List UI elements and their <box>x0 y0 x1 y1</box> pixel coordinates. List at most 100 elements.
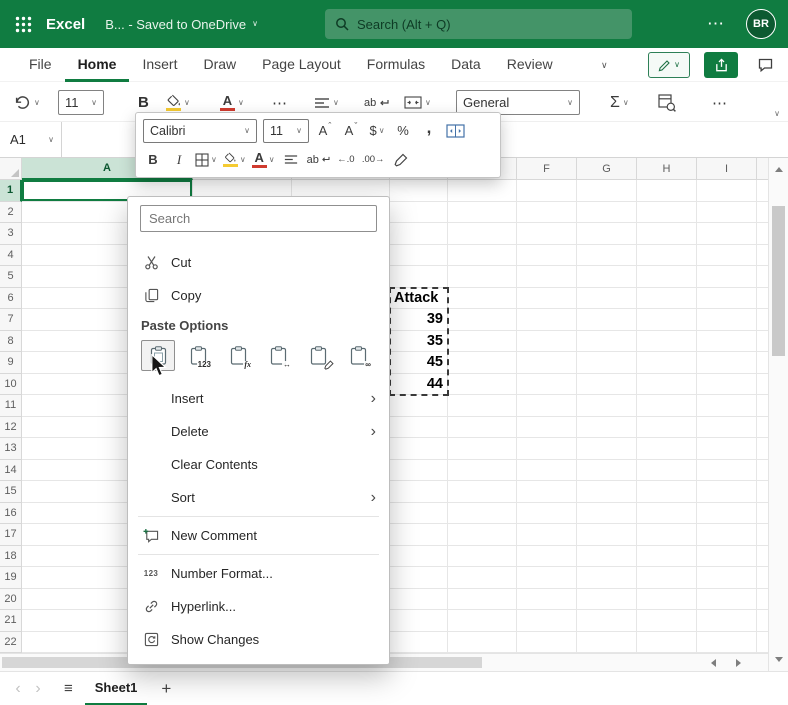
decrease-decimal-button[interactable]: ←.0 <box>336 148 356 172</box>
cell-I20[interactable] <box>697 589 757 611</box>
cell-G11[interactable] <box>577 395 637 417</box>
cell-E14[interactable] <box>448 460 517 482</box>
cell-D6[interactable]: Attack <box>390 288 448 310</box>
cell-I19[interactable] <box>697 567 757 589</box>
cell-E8[interactable] <box>448 331 517 353</box>
cell-E19[interactable] <box>448 567 517 589</box>
row-header-19[interactable]: 19 <box>0 567 22 589</box>
cell-J5[interactable] <box>757 266 768 288</box>
column-header-I[interactable]: I <box>697 158 757 180</box>
row-header-10[interactable]: 10 <box>0 374 22 396</box>
cell-G4[interactable] <box>577 245 637 267</box>
mini-wrap-text-button[interactable]: ab <box>307 148 330 172</box>
cell-F4[interactable] <box>517 245 577 267</box>
cell-H21[interactable] <box>637 610 697 632</box>
cell-J7[interactable] <box>757 309 768 331</box>
context-menu-item-delete[interactable]: Delete › <box>128 415 389 448</box>
row-header-6[interactable]: 6 <box>0 288 22 310</box>
document-title-button[interactable]: B... - Saved to OneDrive ∨ <box>105 17 258 32</box>
row-header-21[interactable]: 21 <box>0 610 22 632</box>
cell-D1[interactable] <box>390 180 448 202</box>
ribbon-tab-review[interactable]: Review <box>494 48 566 82</box>
scroll-left-button[interactable] <box>702 654 724 671</box>
ribbon-tab-draw[interactable]: Draw <box>190 48 249 82</box>
cell-E4[interactable] <box>448 245 517 267</box>
cell-G13[interactable] <box>577 438 637 460</box>
cell-I14[interactable] <box>697 460 757 482</box>
cell-H14[interactable] <box>637 460 697 482</box>
cell-J3[interactable] <box>757 223 768 245</box>
next-sheet-button[interactable]: › <box>28 680 48 698</box>
cell-D14[interactable] <box>390 460 448 482</box>
cell-J13[interactable] <box>757 438 768 460</box>
cell-J21[interactable] <box>757 610 768 632</box>
cell-F15[interactable] <box>517 481 577 503</box>
cell-G21[interactable] <box>577 610 637 632</box>
ribbon-tab-formulas[interactable]: Formulas <box>354 48 438 82</box>
context-menu-item-show-changes[interactable]: Show Changes <box>128 623 389 656</box>
cell-F8[interactable] <box>517 331 577 353</box>
cell-D15[interactable] <box>390 481 448 503</box>
column-header-G[interactable]: G <box>577 158 637 180</box>
cell-F9[interactable] <box>517 352 577 374</box>
cell-E6[interactable] <box>448 288 517 310</box>
cell-F1[interactable] <box>517 180 577 202</box>
cell-D11[interactable] <box>390 395 448 417</box>
format-painter-button[interactable] <box>391 148 411 172</box>
cell-I4[interactable] <box>697 245 757 267</box>
cell-E7[interactable] <box>448 309 517 331</box>
context-menu-item-hyperlink[interactable]: Hyperlink... <box>128 590 389 623</box>
grow-font-button[interactable]: Aˆ <box>315 119 335 143</box>
mini-font-name-select[interactable]: Calibri ∨ <box>143 119 257 143</box>
topbar-more-button[interactable]: ⋯ <box>707 0 724 48</box>
cell-G8[interactable] <box>577 331 637 353</box>
cell-G7[interactable] <box>577 309 637 331</box>
cell-J19[interactable] <box>757 567 768 589</box>
row-header-3[interactable]: 3 <box>0 223 22 245</box>
cell-E16[interactable] <box>448 503 517 525</box>
cell-D4[interactable] <box>390 245 448 267</box>
cell-H3[interactable] <box>637 223 697 245</box>
cell-G18[interactable] <box>577 546 637 568</box>
cell-J22[interactable] <box>757 632 768 654</box>
row-header-5[interactable]: 5 <box>0 266 22 288</box>
ribbon-tab-home[interactable]: Home <box>65 48 130 82</box>
cell-F22[interactable] <box>517 632 577 654</box>
accounting-format-button[interactable]: $ ∨ <box>367 119 387 143</box>
ribbon-tab-data[interactable]: Data <box>438 48 494 82</box>
cell-G15[interactable] <box>577 481 637 503</box>
row-header-20[interactable]: 20 <box>0 589 22 611</box>
cell-D3[interactable] <box>390 223 448 245</box>
find-button[interactable] <box>658 90 676 115</box>
context-menu-item-insert[interactable]: Insert › <box>128 382 389 415</box>
cell-F14[interactable] <box>517 460 577 482</box>
cell-J6[interactable] <box>757 288 768 310</box>
cell-E3[interactable] <box>448 223 517 245</box>
context-menu-item-clear-contents[interactable]: Clear Contents <box>128 448 389 481</box>
context-menu-item-number-format[interactable]: 123 Number Format... <box>128 557 389 590</box>
cell-I11[interactable] <box>697 395 757 417</box>
cell-G16[interactable] <box>577 503 637 525</box>
scroll-right-button[interactable] <box>728 654 750 671</box>
cell-J8[interactable] <box>757 331 768 353</box>
cell-J14[interactable] <box>757 460 768 482</box>
cell-H22[interactable] <box>637 632 697 654</box>
name-box[interactable]: A1 ∨ <box>0 122 62 157</box>
cell-I9[interactable] <box>697 352 757 374</box>
cell-H5[interactable] <box>637 266 697 288</box>
cell-H18[interactable] <box>637 546 697 568</box>
row-header-9[interactable]: 9 <box>0 352 22 374</box>
cell-G10[interactable] <box>577 374 637 396</box>
scroll-down-button[interactable] <box>769 649 788 671</box>
toolbar-overflow-button[interactable]: ⋯ <box>712 90 727 115</box>
cell-I3[interactable] <box>697 223 757 245</box>
cell-F5[interactable] <box>517 266 577 288</box>
cell-H15[interactable] <box>637 481 697 503</box>
cell-I8[interactable] <box>697 331 757 353</box>
cell-D9[interactable]: 45 <box>390 352 448 374</box>
cell-E18[interactable] <box>448 546 517 568</box>
paste-formulas-button[interactable]: fx <box>221 340 255 371</box>
cell-H9[interactable] <box>637 352 697 374</box>
search-input[interactable] <box>357 17 622 32</box>
cell-D19[interactable] <box>390 567 448 589</box>
